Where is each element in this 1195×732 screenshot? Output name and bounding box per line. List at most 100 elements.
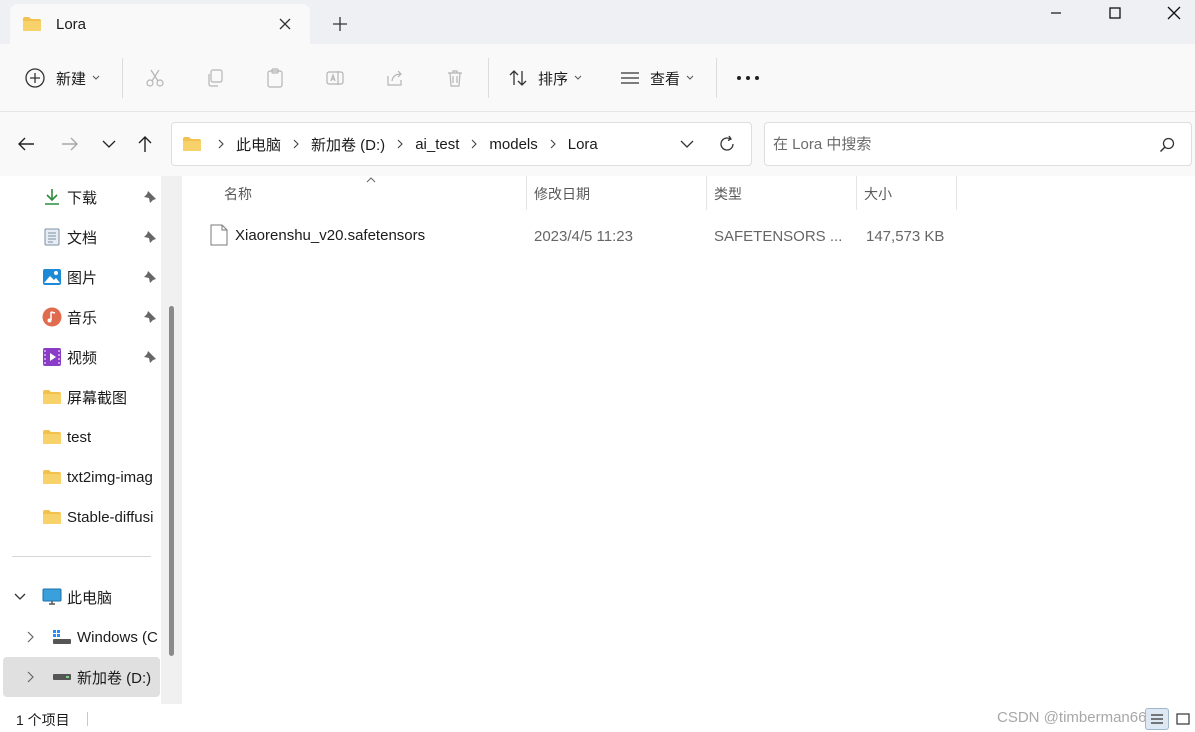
breadcrumb-this-pc[interactable]: 此电脑 [236, 134, 281, 155]
column-divider[interactable] [956, 176, 957, 210]
sidebar-item-stable-diffusion[interactable]: Stable-diffusi [0, 497, 160, 537]
sidebar-item-pictures[interactable]: 图片 [0, 257, 160, 297]
address-history-icon[interactable] [679, 137, 695, 151]
search-input[interactable] [773, 131, 1143, 157]
chevron-down-icon[interactable] [14, 592, 26, 602]
chevron-right-icon [293, 139, 299, 149]
tab-lora[interactable]: Lora [10, 4, 310, 44]
clipboard-icon [267, 68, 283, 88]
view-button[interactable]: 查看 [620, 44, 694, 112]
breadcrumb-lora[interactable]: Lora [568, 136, 598, 153]
address-bar[interactable]: 此电脑 新加卷 (D:) ai_test models Lora [171, 122, 752, 166]
sidebar-item-label: 音乐 [67, 309, 98, 327]
chevron-right-icon[interactable] [26, 631, 34, 643]
sort-button[interactable]: 排序 [508, 44, 582, 112]
share-icon [387, 70, 402, 86]
new-button[interactable]: 新建 [24, 44, 100, 112]
column-divider[interactable] [706, 176, 707, 210]
title-bar: Lora [0, 0, 1195, 48]
file-list: 名称 修改日期 类型 大小 Xiaorenshu_v20.safetensors… [186, 176, 1195, 704]
forward-button[interactable] [58, 132, 82, 156]
pin-icon[interactable] [143, 270, 157, 284]
more-options-button[interactable] [736, 44, 760, 112]
sidebar-item-this-pc[interactable]: 此电脑 [0, 577, 160, 617]
chevron-down-icon [92, 75, 100, 80]
close-tab-icon[interactable] [276, 15, 294, 33]
new-tab-icon[interactable] [330, 14, 350, 34]
breadcrumb-drive-d[interactable]: 新加卷 (D:) [311, 134, 385, 155]
column-divider[interactable] [856, 176, 857, 210]
sidebar-item-txt2img[interactable]: txt2img-imag [0, 457, 160, 497]
sidebar-item-music[interactable]: 音乐 [0, 297, 160, 337]
file-icon [210, 224, 228, 246]
divider [488, 58, 489, 98]
minimize-button[interactable] [1027, 0, 1085, 26]
table-row[interactable]: Xiaorenshu_v20.safetensors 2023/4/5 11:2… [186, 216, 966, 256]
sidebar-item-downloads[interactable]: 下载 [0, 177, 160, 217]
video-icon [42, 347, 62, 367]
pin-icon[interactable] [143, 310, 157, 324]
tab-title: Lora [56, 15, 87, 33]
breadcrumb-models[interactable]: models [489, 136, 537, 153]
sidebar-item-drive-c[interactable]: Windows (C [0, 617, 160, 657]
details-view-button[interactable] [1145, 708, 1169, 730]
pictures-icon [42, 267, 62, 287]
maximize-icon [1109, 7, 1121, 19]
column-header-size[interactable]: 大小 [864, 184, 892, 204]
sidebar-item-label: txt2img-imag [67, 468, 153, 486]
pin-icon[interactable] [143, 190, 157, 204]
music-icon [42, 307, 62, 327]
sidebar-item-test[interactable]: test [0, 417, 160, 457]
sidebar-item-label: 下载 [67, 189, 98, 207]
folder-icon [23, 17, 41, 31]
sidebar-item-videos[interactable]: 视频 [0, 337, 160, 377]
sidebar-item-label: 屏幕截图 [67, 389, 128, 407]
sidebar-item-drive-d[interactable]: 新加卷 (D:) [3, 657, 160, 697]
details-view-icon [1151, 714, 1163, 724]
file-name[interactable]: Xiaorenshu_v20.safetensors [235, 227, 425, 244]
minimize-icon [1051, 12, 1061, 14]
column-header-name[interactable]: 名称 [224, 184, 252, 204]
chevron-down-icon [102, 140, 116, 148]
view-list-icon [621, 72, 639, 84]
sidebar-item-label: Windows (C [77, 628, 158, 646]
back-button[interactable] [14, 132, 38, 156]
column-divider[interactable] [526, 176, 527, 210]
sidebar-item-label: 新加卷 (D:) [77, 669, 152, 687]
windows-drive-icon [52, 627, 72, 647]
sidebar-item-documents[interactable]: 文档 [0, 217, 160, 257]
sidebar-item-screenshots[interactable]: 屏幕截图 [0, 377, 160, 417]
column-header-modified[interactable]: 修改日期 [534, 184, 590, 204]
share-button[interactable] [385, 44, 405, 112]
file-modified: 2023/4/5 11:23 [534, 228, 633, 245]
file-type: SAFETENSORS ... [714, 228, 843, 245]
maximize-button[interactable] [1086, 0, 1144, 26]
search-icon[interactable] [1159, 137, 1175, 153]
sort-icon [509, 70, 527, 86]
navigation-bar: 此电脑 新加卷 (D:) ai_test models Lora [0, 112, 1195, 176]
chevron-right-icon [550, 139, 556, 149]
copy-button[interactable] [205, 44, 225, 112]
column-header-type[interactable]: 类型 [714, 184, 742, 204]
delete-button[interactable] [445, 44, 465, 112]
chevron-right-icon[interactable] [26, 671, 34, 683]
sidebar-scrollbar[interactable] [161, 176, 182, 704]
close-window-button[interactable] [1145, 0, 1195, 26]
up-button[interactable] [133, 132, 157, 156]
chevron-right-icon [472, 139, 478, 149]
rename-button[interactable] [325, 44, 345, 112]
navigation-pane: 下载 文档 图片 音乐 视频 屏幕截图 test txt2img-imag St… [0, 176, 182, 704]
paste-button[interactable] [265, 44, 285, 112]
breadcrumb-ai-test[interactable]: ai_test [415, 136, 459, 153]
pin-icon[interactable] [143, 350, 157, 364]
pin-icon[interactable] [143, 230, 157, 244]
cut-button[interactable] [145, 44, 165, 112]
chevron-down-icon [574, 75, 582, 80]
tiles-view-button[interactable] [1171, 708, 1195, 730]
refresh-icon[interactable] [717, 134, 737, 154]
view-label: 查看 [650, 70, 681, 88]
computer-icon [42, 587, 62, 607]
scrollbar-thumb[interactable] [169, 306, 174, 656]
recent-locations-button[interactable] [97, 132, 121, 156]
search-box[interactable] [764, 122, 1192, 166]
